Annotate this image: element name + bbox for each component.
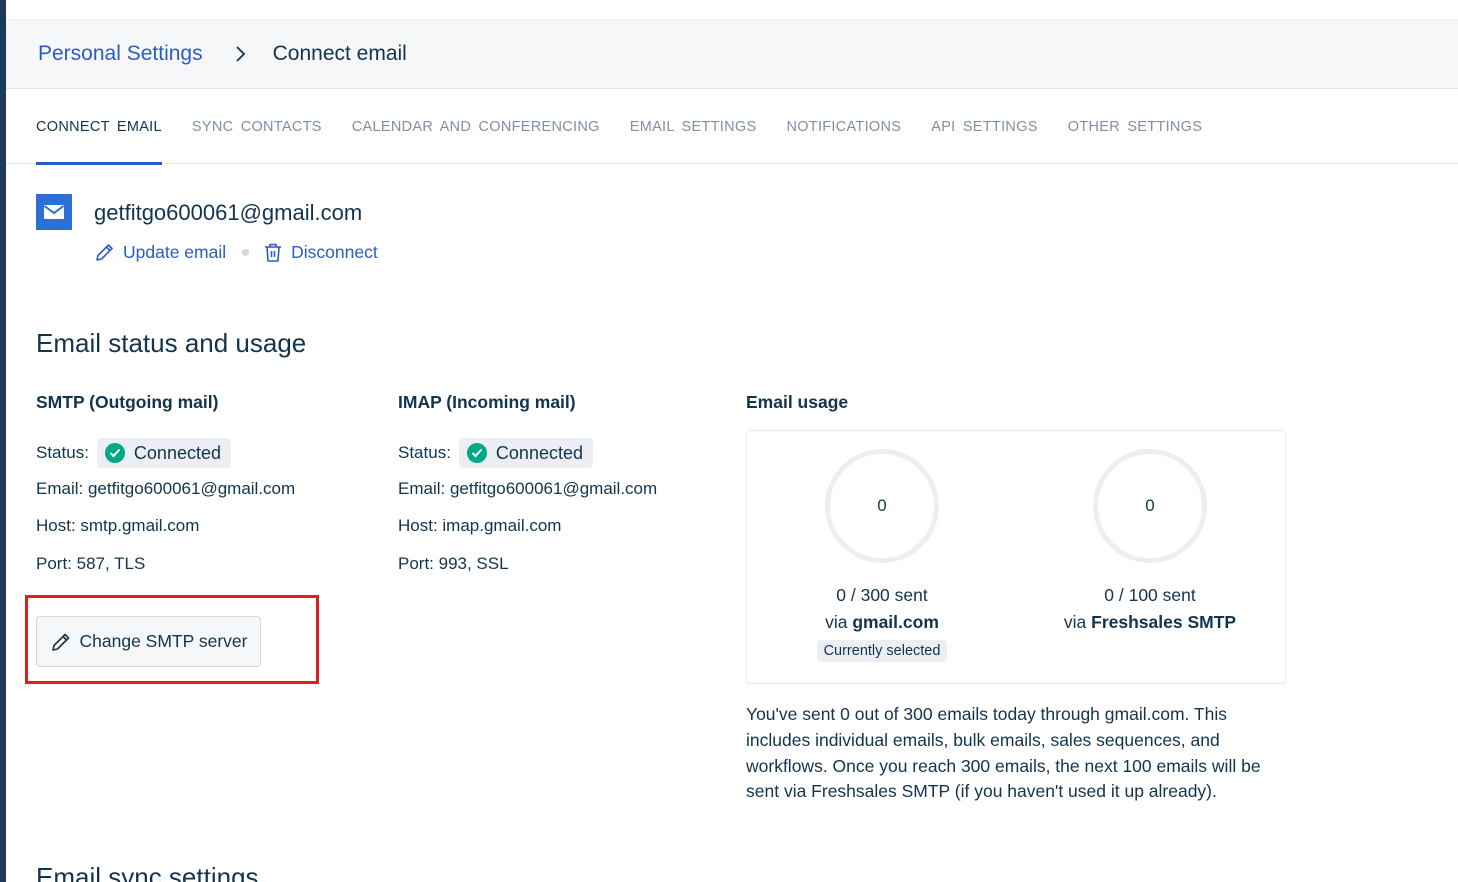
breadcrumb: Personal Settings Connect email [6,20,1458,89]
change-smtp-server-label: Change SMTP server [79,631,248,651]
smtp-status-value: Connected [133,442,221,463]
smtp-status-row: Status: Connected [36,438,231,468]
usage-count: 0 [877,496,887,515]
breadcrumb-personal-settings[interactable]: Personal Settings [38,42,203,66]
section-title: Email status and usage [36,328,307,358]
smtp-title: SMTP (Outgoing mail) [36,392,219,412]
imap-panel: IMAP (Incoming mail) Status: Connected E… [398,392,718,592]
email-usage-card: 0 0 / 300 sent via gmail.com Currently s… [746,430,1286,684]
mail-icon [36,194,72,230]
page-title: Connect email [272,42,407,65]
disconnect-link[interactable]: Disconnect [263,242,378,263]
smtp-port: Port: 587, TLS [36,554,146,573]
tab-sync-contacts[interactable]: SYNC CONTACTS [192,89,322,164]
check-circle-icon [466,443,487,463]
smtp-status-label: Status: [36,443,89,462]
imap-status-label: Status: [398,443,451,462]
usage-gauge-freshsales: 0 0 / 100 sent via Freshsales SMTP [1015,449,1285,633]
usage-note: You've sent 0 out of 300 emails today th… [746,704,1261,802]
usage-sent: 0 / 300 sent [836,585,928,605]
check-circle-icon [104,443,125,463]
pencil-icon [96,244,113,261]
chevron-right-icon [231,44,251,64]
tab-connect-email[interactable]: CONNECT EMAIL [36,89,162,165]
usage-provider: Freshsales SMTP [1091,612,1237,632]
update-email-link[interactable]: Update email [94,242,226,263]
imap-status-value: Connected [495,442,583,463]
tab-email-settings[interactable]: EMAIL SETTINGS [630,89,757,164]
email-usage-title: Email usage [746,392,849,412]
smtp-email: Email: getfitgo600061@gmail.com [36,479,296,498]
usage-ring: 0 [825,449,939,563]
separator-dot [242,249,250,256]
usage-gauge-gmail: 0 0 / 300 sent via gmail.com Currently s… [747,449,1017,662]
imap-status-row: Status: Connected [398,438,593,468]
imap-status-badge: Connected [458,438,593,468]
currently-selected-badge: Currently selected [816,640,948,662]
tab-notifications[interactable]: NOTIFICATIONS [786,89,901,164]
usage-count: 0 [1145,496,1155,515]
usage-ring: 0 [1093,449,1207,563]
smtp-host: Host: smtp.gmail.com [36,516,200,535]
account-actions: Update email Disconnect [94,242,378,263]
smtp-panel: SMTP (Outgoing mail) Status: Connected E… [36,392,366,592]
disconnect-label: Disconnect [291,242,378,262]
pencil-icon [51,633,69,651]
top-bar [6,0,1458,20]
imap-title: IMAP (Incoming mail) [398,392,576,412]
settings-tabs: CONNECT EMAIL SYNC CONTACTS CALENDAR AND… [6,89,1458,165]
change-smtp-server-button[interactable]: Change SMTP server [36,616,261,667]
trash-icon [265,243,282,262]
imap-email: Email: getfitgo600061@gmail.com [398,479,658,498]
tab-api-settings[interactable]: API SETTINGS [931,89,1038,164]
usage-provider: gmail.com [852,612,939,632]
tab-other-settings[interactable]: OTHER SETTINGS [1068,89,1203,164]
email-sync-settings-title: Email sync settings [36,862,259,882]
account-email: getfitgo600061@gmail.com [94,200,363,225]
imap-port: Port: 993, SSL [398,554,509,573]
smtp-status-badge: Connected [96,438,231,468]
usage-via: via gmail.com [825,612,939,632]
usage-via: via Freshsales SMTP [1063,612,1237,632]
usage-sent: 0 / 100 sent [1104,585,1196,605]
tab-calendar-and-conferencing[interactable]: CALENDAR AND CONFERENCING [352,89,600,164]
imap-host: Host: imap.gmail.com [398,516,562,535]
update-email-label: Update email [123,242,227,262]
